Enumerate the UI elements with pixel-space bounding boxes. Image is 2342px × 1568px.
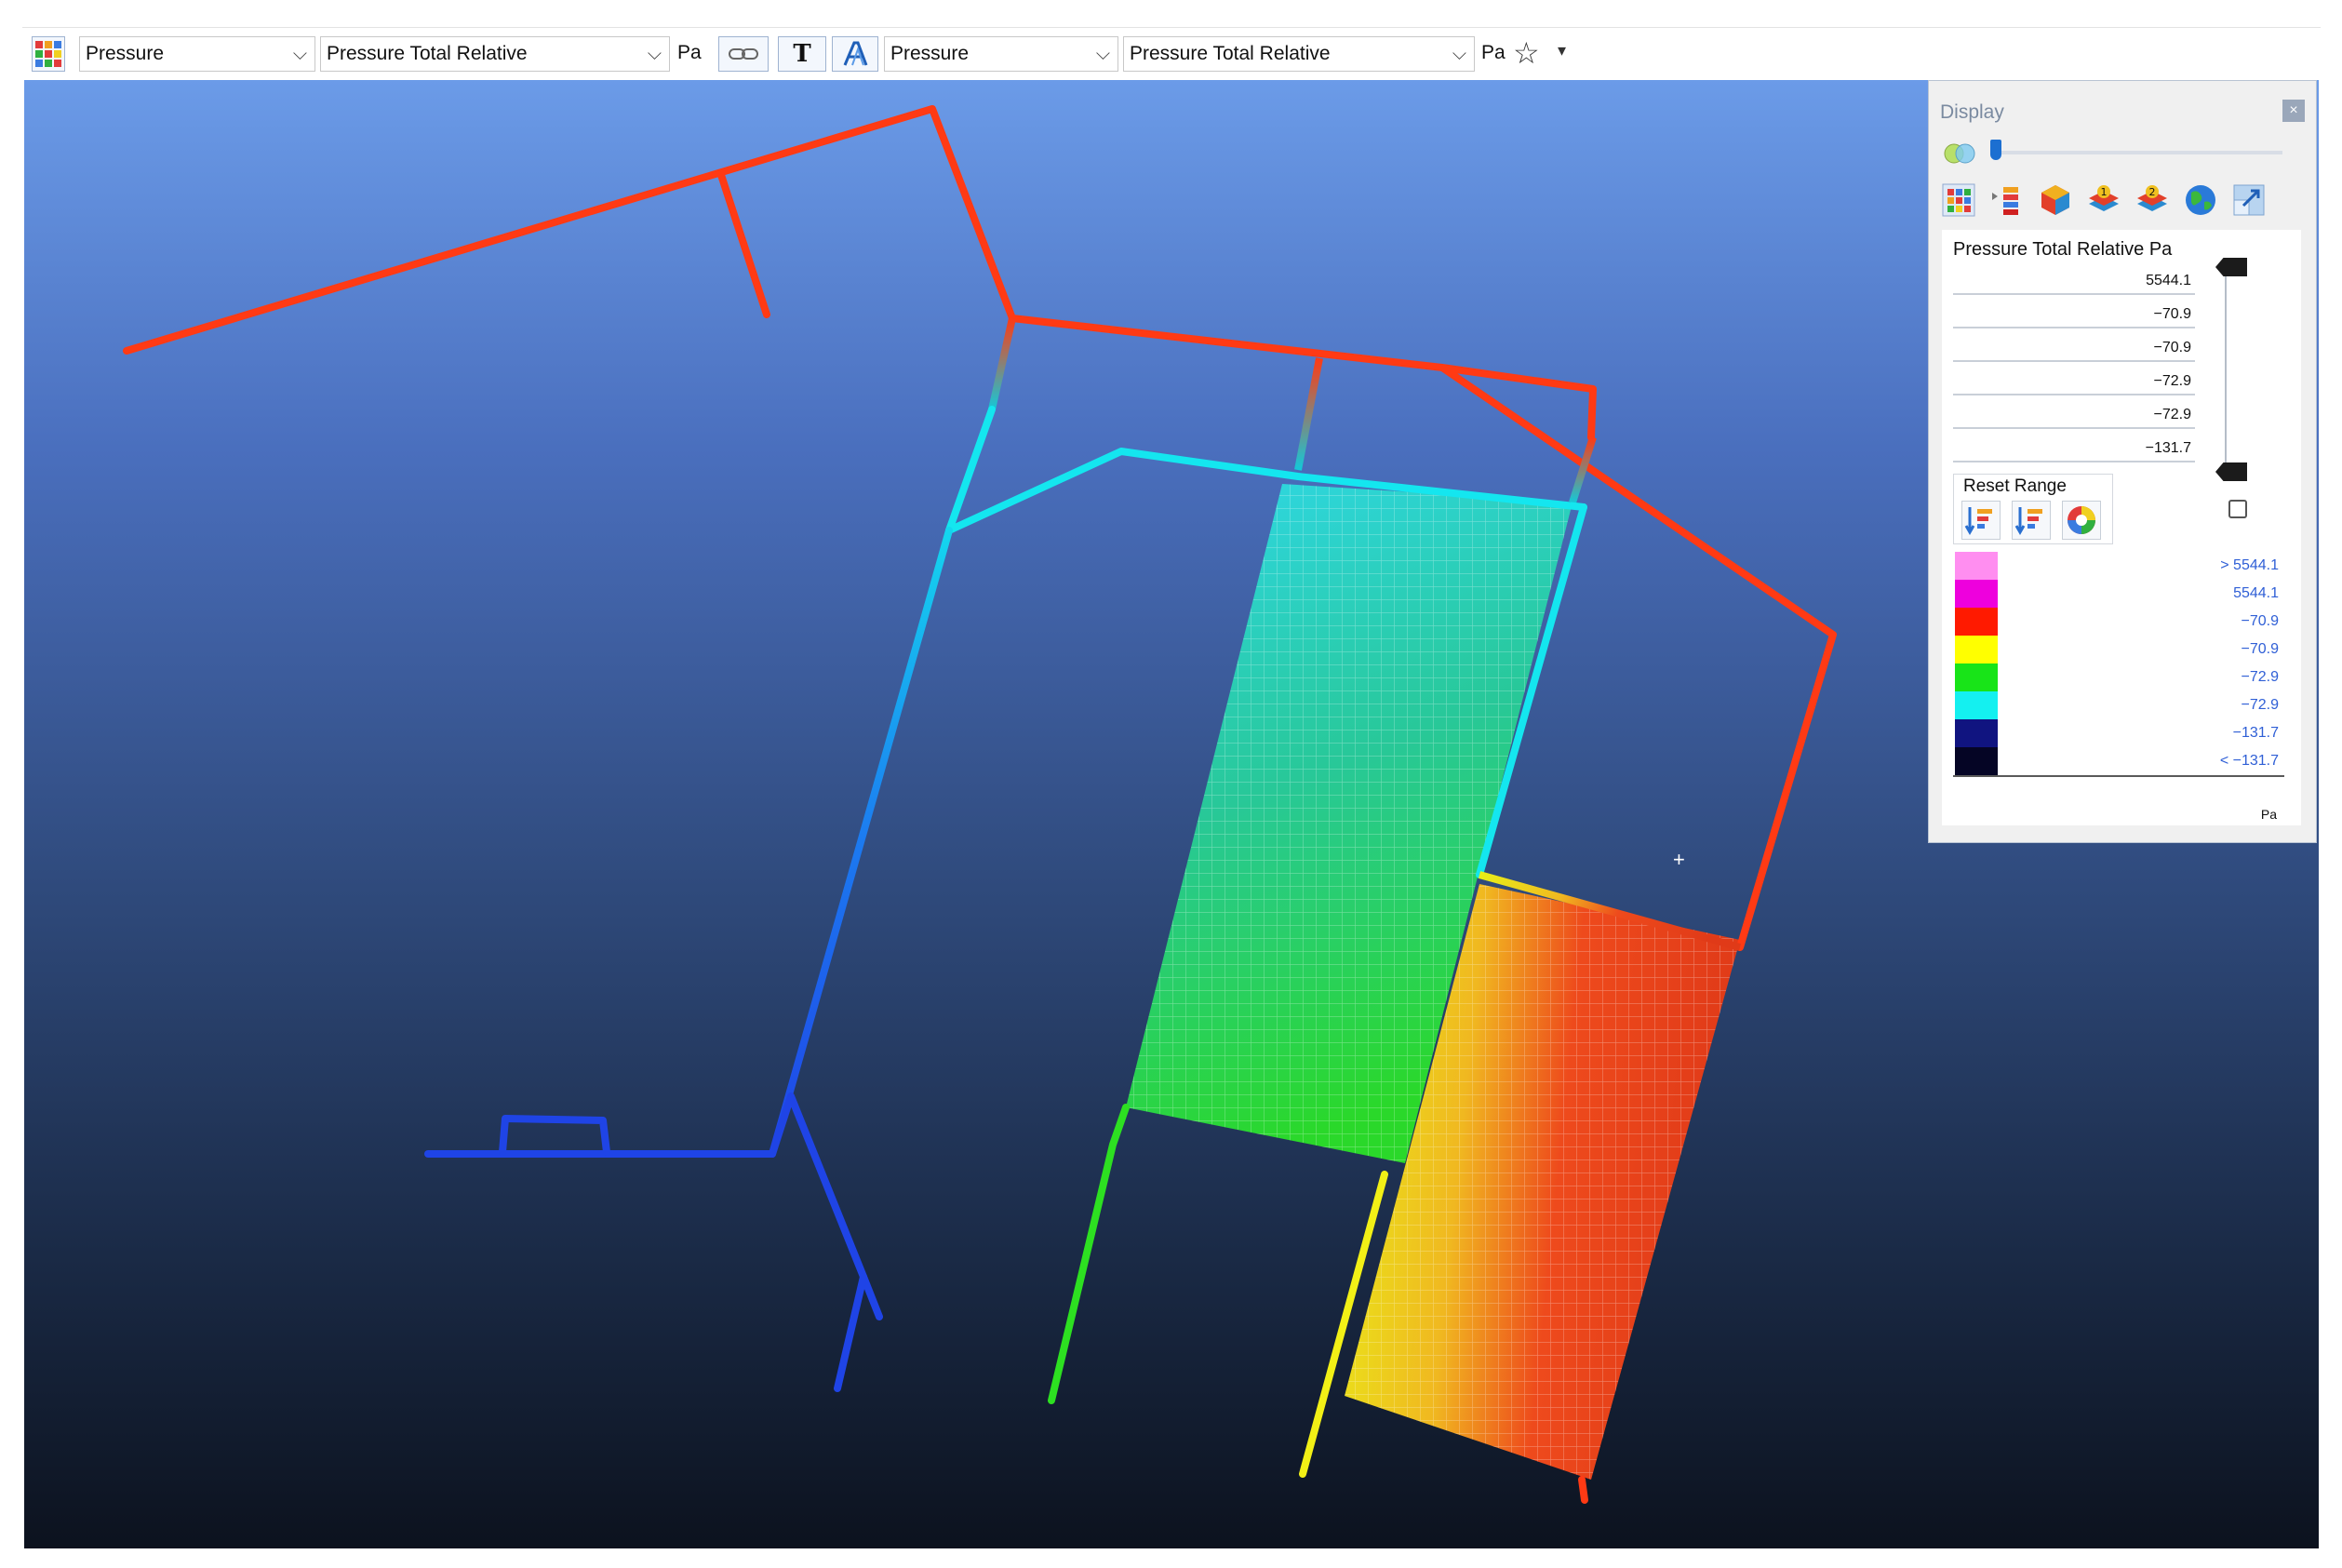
resize-icon[interactable] <box>2232 183 2266 217</box>
text-toggle-button[interactable]: T <box>778 36 826 72</box>
auto-range-checkbox[interactable] <box>2228 500 2247 518</box>
close-icon[interactable]: × <box>2282 100 2305 122</box>
blue-branch-end <box>834 1273 867 1392</box>
legend-swatch <box>1955 691 1998 719</box>
stub-airway-red <box>1578 1476 1588 1504</box>
legend-label: > 5544.1 <box>2220 557 2279 573</box>
chevron-down-icon: ⌵ <box>292 44 307 64</box>
category-dropdown-left[interactable]: Pressure ⌵ <box>79 36 315 72</box>
reset-range-label: Reset Range <box>1963 476 2067 496</box>
legend-swatch <box>1955 552 1998 580</box>
transition-airway <box>988 317 1016 410</box>
category-dropdown-right[interactable]: Pressure ⌵ <box>884 36 1118 72</box>
unit-label-left: Pa <box>677 42 702 63</box>
green-outlet <box>1048 1104 1130 1404</box>
legend-label: −70.9 <box>2241 641 2279 657</box>
legend-label: −70.9 <box>2241 613 2279 629</box>
legend-swatch <box>1955 747 1998 775</box>
grid-view-icon[interactable] <box>1942 183 1975 217</box>
range-value-input[interactable]: −70.9 <box>1953 334 2195 362</box>
legend-row: −70.9 <box>1953 608 2284 637</box>
legend-label: < −131.7 <box>2219 753 2279 769</box>
chevron-down-icon: ⌵ <box>1095 44 1110 64</box>
color-grid-button[interactable] <box>32 36 65 72</box>
branch-airway-red <box>717 171 770 318</box>
legend-label: −72.9 <box>2241 669 2279 685</box>
legend-label: −131.7 <box>2232 725 2279 741</box>
range-value-input[interactable]: −70.9 <box>1953 301 2195 328</box>
range-value-input[interactable]: −72.9 <box>1953 401 2195 429</box>
text-icon: T <box>793 40 811 68</box>
globe-icon[interactable] <box>2184 183 2217 217</box>
range-slider-track[interactable] <box>2225 267 2227 472</box>
variable-dropdown-right-value: Pressure Total Relative <box>1130 43 1331 64</box>
reset-range-icon <box>1964 507 1992 536</box>
variable-dropdown-left[interactable]: Pressure Total Relative ⌵ <box>320 36 670 72</box>
range-max-input[interactable]: 5544.1 <box>1953 267 2195 295</box>
range-min-input[interactable]: −131.7 <box>1953 435 2195 462</box>
range-slider-min-handle[interactable] <box>2215 462 2247 481</box>
transition-airway <box>1294 357 1323 471</box>
legend-label: 5544.1 <box>2233 585 2279 601</box>
legend-row: −131.7 <box>1953 719 2284 749</box>
legend-swatch <box>1955 580 1998 608</box>
favorite-star-icon[interactable]: ☆ <box>1513 35 1540 71</box>
reset-range-icon <box>2014 507 2042 536</box>
legend-label: −72.9 <box>2241 697 2279 713</box>
color-wheel-icon <box>2068 506 2095 534</box>
chevron-down-icon: ⌵ <box>647 44 662 64</box>
category-dropdown-right-value: Pressure <box>890 43 970 64</box>
display-panel-title: Display <box>1940 101 2004 123</box>
display-panel: Display × 1 2 Pressure Total Relative Pa… <box>1928 80 2317 843</box>
unit-label-right: Pa <box>1481 42 1506 63</box>
reset-range-max-button[interactable] <box>1961 501 2001 540</box>
more-options-icon[interactable]: ▾ <box>1558 41 1566 60</box>
crosshair-cursor-icon: + <box>1673 848 1685 871</box>
blue-shaft <box>769 527 953 1158</box>
transparency-slider-thumb[interactable] <box>1990 140 2001 160</box>
layer-1-icon[interactable]: 1 <box>2087 183 2121 217</box>
range-settings: Pressure Total Relative Pa 5544.1 −70.9 … <box>1942 230 2301 825</box>
loop-airway-red <box>1439 364 1597 441</box>
reset-range-min-button[interactable] <box>2012 501 2051 540</box>
blue-airways <box>424 1092 883 1392</box>
category-dropdown-left-value: Pressure <box>86 43 165 64</box>
legend-row: 5544.1 <box>1953 580 2284 610</box>
range-value-input[interactable]: −72.9 <box>1953 368 2195 395</box>
layer-2-icon[interactable]: 2 <box>2135 183 2169 217</box>
variable-dropdown-right[interactable]: Pressure Total Relative ⌵ <box>1123 36 1475 72</box>
svg-text:2: 2 <box>2149 186 2156 198</box>
legend-bars-icon[interactable] <box>1990 183 2024 217</box>
reset-range-group: Reset Range <box>1953 474 2113 544</box>
legend-row: −72.9 <box>1953 691 2284 721</box>
legend-row: > 5544.1 <box>1953 552 2284 582</box>
legend-row: −72.9 <box>1953 663 2284 693</box>
legend-row: −70.9 <box>1953 636 2284 665</box>
range-slider-max-handle[interactable] <box>2215 258 2247 276</box>
legend-swatch <box>1955 719 1998 747</box>
link-button[interactable] <box>718 36 769 72</box>
legend-row: < −131.7 <box>1953 747 2284 777</box>
toolbar: Pressure ⌵ Pressure Total Relative ⌵ Pa … <box>0 0 2342 80</box>
legend-swatch <box>1955 636 1998 663</box>
color-grid-icon <box>35 41 61 67</box>
transparency-icon <box>1944 143 1975 164</box>
svg-text:1: 1 <box>2101 186 2108 198</box>
link-icon <box>729 48 758 60</box>
color-palette-button[interactable] <box>2062 501 2101 540</box>
transparency-slider-track[interactable] <box>1992 151 2282 154</box>
legend-swatch <box>1955 663 1998 691</box>
font-style-button[interactable] <box>832 36 878 72</box>
variable-dropdown-left-value: Pressure Total Relative <box>327 43 528 64</box>
font-style-icon <box>843 41 868 66</box>
toolbar-divider <box>22 27 2321 28</box>
cube-icon[interactable] <box>2039 183 2072 217</box>
legend-swatch <box>1955 608 1998 636</box>
blue-loop <box>499 1115 610 1156</box>
range-title: Pressure Total Relative Pa <box>1953 239 2173 260</box>
chevron-down-icon: ⌵ <box>1452 44 1466 64</box>
legend-unit: Pa <box>2260 807 2277 822</box>
